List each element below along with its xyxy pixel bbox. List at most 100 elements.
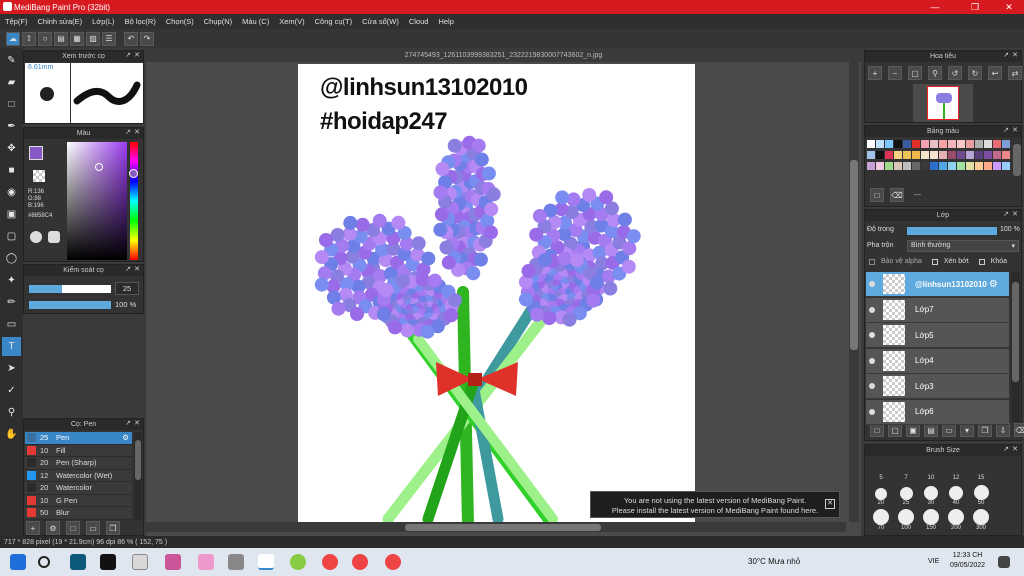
palette-swatch[interactable] — [1002, 140, 1010, 148]
brush-size-preset[interactable]: 150 — [919, 509, 943, 531]
new-halftone-layer-icon[interactable]: ▣ — [906, 423, 920, 437]
detach-icon[interactable]: ↗ — [125, 51, 131, 59]
layer-scrollbar[interactable] — [1011, 272, 1020, 422]
palette-swatch[interactable] — [867, 151, 875, 159]
layer-visibility-icon[interactable] — [869, 281, 875, 287]
camera-icon[interactable] — [228, 554, 244, 570]
palette-swatch[interactable] — [975, 151, 983, 159]
palette-swatch[interactable] — [876, 140, 884, 148]
layer-row[interactable]: @linhsun13102010 ⚙ — [866, 272, 1009, 297]
weather-widget[interactable]: 30°C Mưa nhỏ — [748, 557, 800, 566]
navigator-thumbnail[interactable] — [913, 84, 973, 122]
text-tool-icon[interactable]: T — [2, 337, 21, 356]
color-wheel-icon[interactable] — [30, 231, 42, 243]
panel-close-icon[interactable]: ✕ — [1012, 51, 1018, 59]
panel-close-icon[interactable]: ✕ — [1012, 445, 1018, 453]
panel-close-icon[interactable]: ✕ — [134, 265, 140, 273]
brush-size-preset[interactable]: 100 — [894, 509, 918, 531]
brush-size-preset[interactable]: 200 — [944, 509, 968, 531]
menu-item[interactable]: Lớp(L) — [87, 17, 119, 26]
layer-down-icon[interactable]: ▾ — [960, 423, 974, 437]
palette-swatch[interactable] — [993, 140, 1001, 148]
menu-item[interactable]: Help — [433, 17, 458, 26]
anime-app-icon[interactable] — [198, 554, 214, 570]
brush-list-item[interactable]: 20 Watercolor — [25, 482, 132, 495]
panel-close-icon[interactable]: ✕ — [134, 419, 140, 427]
brush-size-preset[interactable]: 300 — [969, 509, 993, 531]
palette-swatch[interactable] — [894, 162, 902, 170]
brush-list-item[interactable]: 10 G Pen — [25, 494, 132, 507]
lasso-tool-icon[interactable]: ◯ — [2, 249, 21, 268]
palette-swatch[interactable] — [921, 151, 929, 159]
palette-swatch[interactable] — [930, 162, 938, 170]
flip-icon[interactable]: ⇄ — [1008, 66, 1022, 80]
panel-close-icon[interactable]: ✕ — [134, 128, 140, 136]
duplicate-layer-icon[interactable]: ❐ — [978, 423, 992, 437]
brush-size-preset[interactable]: 12 — [944, 459, 968, 481]
brush-new-icon[interactable]: □ — [66, 521, 80, 535]
brush-size-preset[interactable]: 7 — [894, 459, 918, 481]
menu-item[interactable]: Xem(V) — [274, 17, 309, 26]
delete-layer-icon[interactable]: ⌫ — [1014, 423, 1024, 437]
undo-icon[interactable]: ↶ — [124, 31, 138, 46]
palette-scrollbar[interactable] — [1013, 144, 1021, 176]
move-tool-icon[interactable]: ✥ — [2, 139, 21, 158]
eyedropper-tool-icon[interactable]: ✓ — [2, 381, 21, 400]
fit-icon[interactable]: ▢ — [908, 66, 922, 80]
palette-swatch[interactable] — [885, 162, 893, 170]
palette-swatch[interactable] — [885, 140, 893, 148]
palette-swatch[interactable] — [966, 162, 974, 170]
horizontal-scroll-thumb[interactable] — [405, 524, 601, 531]
detach-icon[interactable]: ↗ — [125, 419, 131, 427]
add-brush-icon[interactable]: + — [26, 521, 40, 535]
brush-size-preset[interactable]: 15 — [969, 459, 993, 481]
comment-icon[interactable]: ○ — [38, 31, 52, 46]
brush-settings-icon[interactable]: ⚙ — [46, 521, 60, 535]
layer-visibility-icon[interactable] — [869, 357, 875, 364]
green-app-icon[interactable] — [290, 554, 306, 570]
capcut-icon[interactable] — [100, 554, 116, 570]
palette-swatch[interactable] — [975, 162, 983, 170]
palette-swatch[interactable] — [930, 151, 938, 159]
input-language[interactable]: VIE — [928, 558, 939, 565]
search-icon[interactable] — [38, 556, 50, 568]
layer-row[interactable]: Lớp5 — [866, 323, 1009, 348]
menu-item[interactable]: Cloud — [404, 17, 434, 26]
brush-size-preset[interactable]: 5 — [869, 459, 893, 481]
rotate-right-icon[interactable]: ↻ — [968, 66, 982, 80]
brush-size-preset[interactable]: 25 — [894, 484, 918, 506]
notice-close-icon[interactable]: ✕ — [825, 499, 835, 509]
brush-size-preset[interactable]: 70 — [869, 509, 893, 531]
palette-swatch[interactable] — [867, 162, 875, 170]
brush-list-item[interactable]: 10 Fill — [25, 444, 132, 457]
layer-row[interactable]: Lớp6 — [866, 399, 1009, 425]
tiktok-icon[interactable] — [132, 554, 148, 570]
brush-size-preset[interactable]: 40 — [944, 484, 968, 506]
palette-swatch[interactable] — [912, 162, 920, 170]
rotate-left-icon[interactable]: ↺ — [948, 66, 962, 80]
hue-slider[interactable] — [129, 142, 138, 260]
clipping-checkbox[interactable] — [931, 258, 938, 265]
brush-opacity-slider[interactable] — [29, 301, 111, 309]
new-layer-color-icon[interactable]: ▢ — [888, 423, 902, 437]
detach-icon[interactable]: ↗ — [1003, 445, 1009, 453]
canvas-paper[interactable]: @linhsun13102010 #hoidap247 — [298, 64, 695, 522]
layer-settings-gear-icon[interactable]: ⚙ — [989, 279, 998, 290]
saturation-value-picker[interactable] — [67, 142, 127, 260]
detach-icon[interactable]: ↗ — [125, 265, 131, 273]
detach-icon[interactable]: ↗ — [1003, 126, 1009, 134]
new-layer-icon[interactable]: □ — [870, 423, 884, 437]
windows-start-icon[interactable] — [10, 554, 26, 570]
palette-swatch[interactable] — [948, 151, 956, 159]
palette-swatch[interactable] — [948, 162, 956, 170]
vertical-scroll-thumb[interactable] — [850, 160, 858, 350]
palette-swatch[interactable] — [867, 140, 875, 148]
menu-item[interactable]: Màu (C) — [237, 17, 274, 26]
brush-size-slider[interactable] — [29, 285, 111, 293]
minimize-button[interactable]: — — [920, 0, 950, 14]
palette-swatch[interactable] — [939, 140, 947, 148]
palette-add-icon[interactable]: □ — [870, 188, 884, 202]
menu-item[interactable]: Chọn(S) — [161, 17, 199, 26]
palette-swatch[interactable] — [993, 151, 1001, 159]
chrome-icon[interactable] — [322, 554, 338, 570]
